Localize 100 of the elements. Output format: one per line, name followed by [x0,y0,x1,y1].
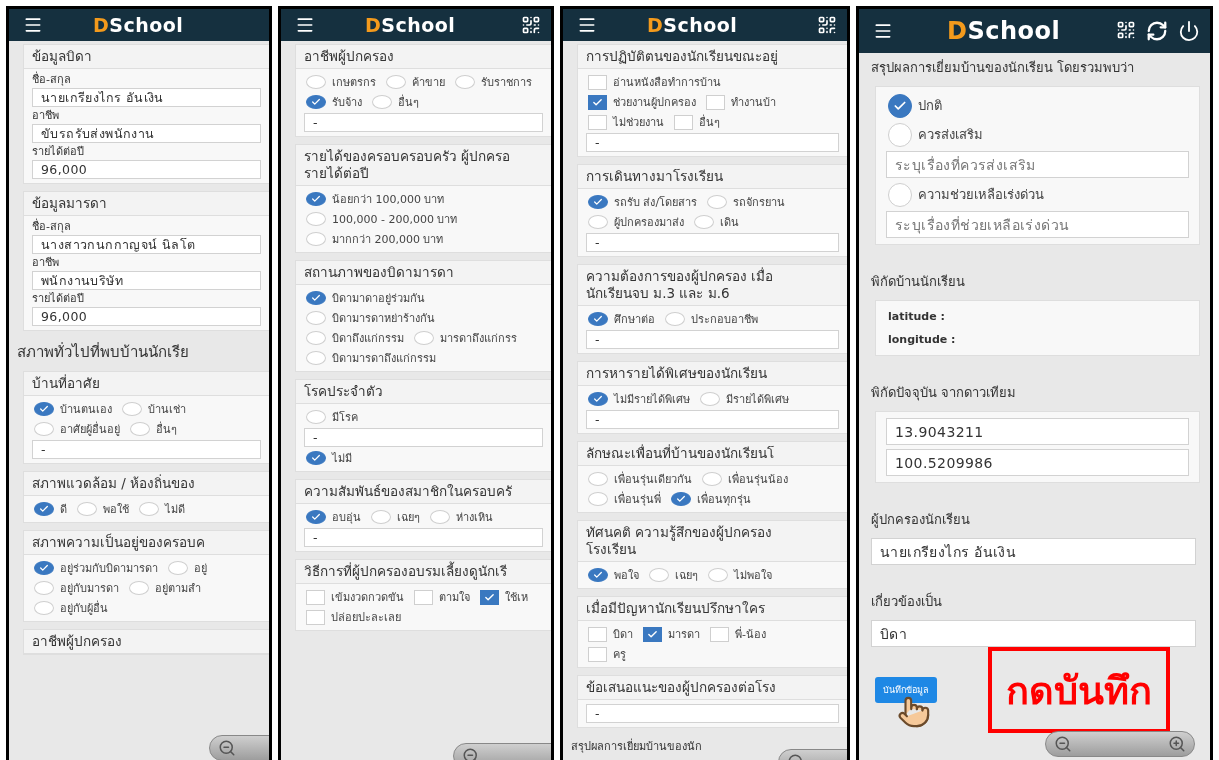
text-field[interactable]: - [304,113,543,132]
zoom-in-icon[interactable] [1168,735,1186,753]
radio-option[interactable]: บ้านเช่า [122,400,186,418]
check-icon [311,512,321,522]
radio-option[interactable]: ดี [34,500,67,518]
radio-option[interactable]: บิดามารดาหย่าร้างกัน [306,309,435,327]
radio-option[interactable]: ผู้ปกครองมาส่ง [588,213,684,231]
text-field[interactable]: 96,000 [32,307,261,326]
radio-option[interactable]: ควรส่งเสริม [888,122,983,147]
text-field[interactable]: - [586,704,839,723]
radio-option[interactable]: มีโรค [306,408,358,426]
text-field[interactable]: ระบุเรื่องที่ควรส่งเสริม [886,151,1189,178]
zoom-out-icon[interactable] [218,739,236,757]
text-field[interactable]: - [586,410,839,429]
radio-option[interactable]: อยู่กับมารดา [34,579,119,597]
coordinate-label: latitude : [887,309,946,325]
radio-option[interactable]: บิดามาดาอยู่ร่วมกัน [306,289,425,307]
radio-option[interactable]: อยู่ตามสำ [129,579,201,597]
radio-option[interactable]: รับราชการ [455,73,532,91]
radio-option[interactable]: พอใจ [588,566,639,584]
menu-icon[interactable] [23,15,43,35]
text-field[interactable]: - [304,528,543,547]
text-field[interactable]: - [586,133,839,152]
checkbox-option[interactable]: มารดา [643,625,700,643]
radio-option[interactable]: อาศัยผู้อื่นอยู่ [34,420,120,438]
checkbox-option[interactable]: บิดา [588,625,633,643]
checkbox-option[interactable]: อื่นๆ [674,113,720,131]
radio-option[interactable]: รถจักรยาน [707,193,786,211]
menu-icon[interactable] [577,15,597,35]
menu-icon[interactable] [295,15,315,35]
text-field[interactable]: - [304,428,543,447]
radio-option[interactable]: อยู่ร่วมกับบิดามารดา [34,559,158,577]
zoom-control[interactable] [1045,731,1195,757]
radio-option[interactable]: อยู่กับผู้อื่น [34,599,108,617]
radio-option[interactable]: เกษตรกร [306,73,376,91]
radio-option[interactable]: เดิน [694,213,739,231]
checkbox-option[interactable]: ช่วยงานผู้ปกครอง [588,93,696,111]
radio-option[interactable]: อื่นๆ [130,420,177,438]
text-field[interactable]: นายเกรียงไกร อันเงิน [871,538,1196,565]
menu-icon[interactable] [873,21,893,41]
text-field[interactable]: ขับรถรับส่งพนักงาน [32,124,261,143]
checkbox-option[interactable]: ใช้เห [480,588,528,606]
radio-option[interactable]: รับจ้าง [306,93,362,111]
text-field[interactable]: นายเกรียงไกร อันเงิน [32,88,261,107]
radio-option[interactable]: ปกติ [888,93,942,118]
radio-option[interactable]: เพื่อนรุ่นเดียวกัน [588,470,692,488]
radio-option[interactable]: บิดาถึงแก่กรรม [306,329,404,347]
save-button[interactable]: บันทึกข้อมูล [875,677,937,703]
radio-option[interactable]: ศึกษาต่อ [588,310,655,328]
radio-option[interactable]: บิดามารดาถึงแก่กรรม [306,349,436,367]
radio-option[interactable]: ประกอบอาชีพ [665,310,758,328]
refresh-icon[interactable] [1146,20,1168,42]
checkbox-option[interactable]: อ่านหนังสือทำการบ้าน [588,73,721,91]
radio-option[interactable]: เพื่อนทุกรุ่น [671,490,751,508]
text-field[interactable]: พนักงานบริษัท [32,271,261,290]
qr-code-icon[interactable] [521,15,541,35]
radio-option[interactable]: บ้านตนเอง [34,400,112,418]
radio-option[interactable]: ค้าขาย [386,73,445,91]
radio-option[interactable]: ไม่มีรายได้พิเศษ [588,390,690,408]
text-field[interactable]: นางสาวกนกกาญจน์ นิลโต [32,235,261,254]
text-field[interactable]: - [586,233,839,252]
radio-option[interactable]: เพื่อนรุ่นพี่ [588,490,661,508]
checkbox-option[interactable]: เข้มงวดกวดขัน [306,588,404,606]
radio-option[interactable]: รถรับ ส่ง/โดยสาร [588,193,698,211]
text-field[interactable]: 100.5209986 [886,449,1189,476]
radio-option[interactable]: พอใช้ [77,500,129,518]
radio-option[interactable]: เฉยๆ [371,508,420,526]
checkbox-option[interactable]: ทำงานบ้า [706,93,776,111]
checkbox-option[interactable]: ครู [588,645,626,663]
radio-option[interactable]: อยู่ [168,559,207,577]
radio-option[interactable]: อบอุ่น [306,508,361,526]
text-field[interactable]: - [586,330,839,349]
field-label: ชื่อ-สกุล [32,73,72,86]
radio-option[interactable]: ห่างเหิน [430,508,493,526]
radio-option[interactable]: น้อยกว่า 100,000 บาท [306,190,445,208]
checkbox-option[interactable]: ตามใจ [414,588,470,606]
checkbox-option[interactable]: พี่-น้อง [710,625,766,643]
radio-option[interactable]: มากกว่า 200,000 บาท [306,230,444,248]
text-field[interactable]: - [32,440,261,459]
text-field[interactable]: 96,000 [32,160,261,179]
qr-code-icon[interactable] [817,15,837,35]
radio-option[interactable]: ความช่วยเหลือเร่งด่วน [888,182,1044,207]
zoom-out-icon[interactable] [1054,735,1072,753]
radio-option[interactable]: ไม่มี [306,449,352,467]
radio-option[interactable]: เพื่อนรุ่นน้อง [702,470,788,488]
radio-option[interactable]: ไม่ดี [139,500,185,518]
checkbox-option[interactable]: ปล่อยปะละเลย [306,608,401,626]
checkbox-option[interactable]: ไม่ช่วยงาน [588,113,664,131]
radio-option[interactable]: มารดาถึงแก่กรร [414,329,517,347]
text-field[interactable]: ระบุเรื่องที่ช่วยเหลือเร่งด่วน [886,211,1189,238]
card-title: ข้อเสนอแนะของผู้ปกครองต่อโรง [586,679,776,696]
text-field[interactable]: 13.9043211 [886,418,1189,445]
radio-option[interactable]: ไม่พอใจ [708,566,772,584]
power-icon[interactable] [1178,20,1200,42]
radio-option[interactable]: มีรายได้พิเศษ [700,390,789,408]
radio-option[interactable]: เฉยๆ [649,566,698,584]
zoom-out-icon[interactable] [462,747,480,760]
text-field[interactable]: บิดา [871,620,1196,647]
radio-option[interactable]: อื่นๆ [372,93,419,111]
radio-option[interactable]: 100,000 - 200,000 บาท [306,210,458,228]
